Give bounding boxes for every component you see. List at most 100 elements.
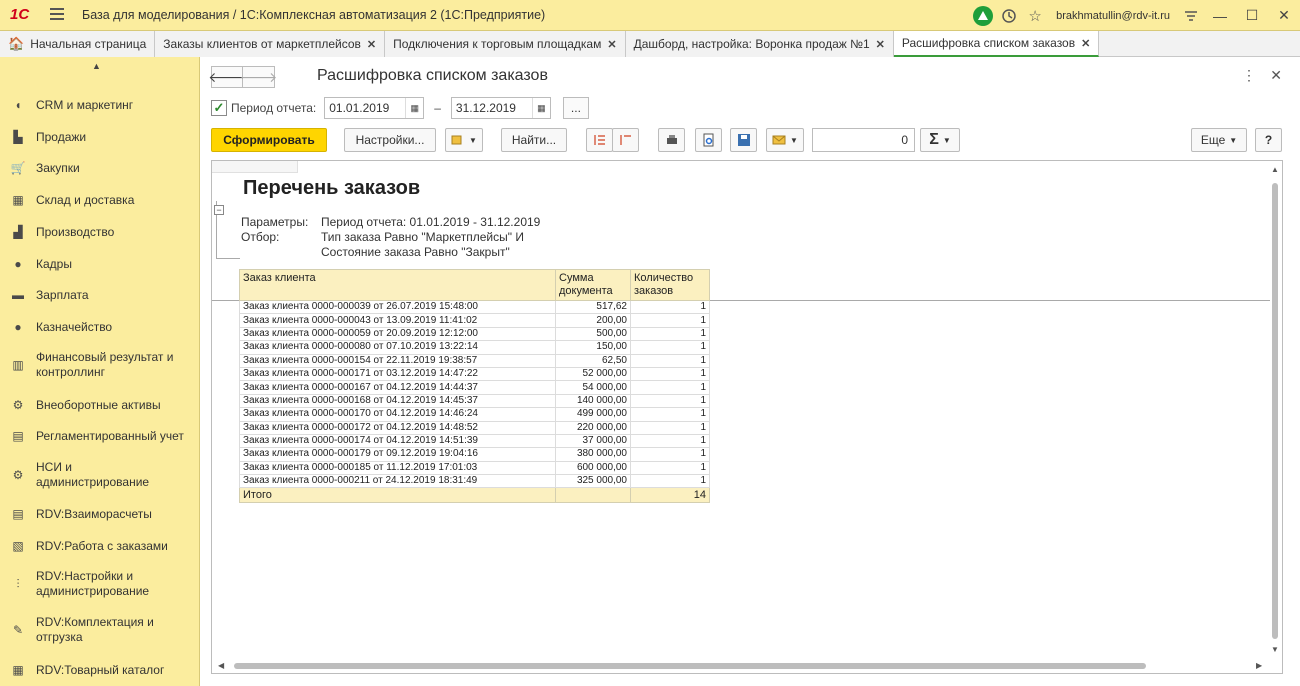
back-button[interactable]: 🡐 — [208, 66, 246, 88]
close-tab-icon[interactable]: ✕ — [367, 38, 376, 51]
current-user[interactable]: brakhmatullin@rdv-it.ru — [1056, 10, 1170, 22]
table-row[interactable]: Заказ клиента 0000-000174 от 04.12.2019 … — [239, 433, 710, 449]
sidebar-item-production[interactable]: ▟ Производство — [0, 224, 200, 240]
date-from-field[interactable]: 01.01.2019 ▦ — [324, 97, 425, 119]
chevron-down-icon: ▼ — [469, 135, 477, 145]
orders-table: Заказ клиента Сумма документа Количество… — [239, 269, 710, 504]
calendar-icon[interactable]: ▦ — [405, 98, 423, 118]
send-email-dropdown[interactable]: ▼ — [766, 128, 804, 152]
table-row[interactable]: Заказ клиента 0000-000171 от 03.12.2019 … — [239, 366, 710, 382]
table-row[interactable]: Заказ клиента 0000-000154 от 22.11.2019 … — [239, 353, 710, 368]
period-checkbox[interactable]: ✓ — [211, 100, 227, 116]
preview-icon[interactable] — [695, 128, 722, 152]
notifications-icon[interactable] — [970, 0, 996, 31]
close-form-icon[interactable]: ✕ — [1270, 67, 1282, 84]
date-to-field[interactable]: 31.12.2019 ▦ — [450, 97, 551, 119]
table-row[interactable]: Заказ клиента 0000-000185 от 11.12.2019 … — [239, 460, 710, 476]
bar-chart-icon: ▥ — [12, 358, 24, 372]
coin-icon: ● — [14, 320, 22, 334]
sidebar-item-warehouse[interactable]: ▦ Склад и доставка — [0, 192, 200, 208]
crm-icon: ◖ — [14, 98, 22, 112]
selected-sum-field[interactable]: 0 — [812, 128, 915, 152]
close-window-button[interactable]: ✕ — [1268, 0, 1300, 31]
sidebar-item-purchases[interactable]: 🛒 Закупки — [0, 160, 200, 176]
table-row[interactable]: Заказ клиента 0000-000059 от 20.09.2019 … — [239, 326, 710, 342]
sidebar-item-rdv-settlements[interactable]: ▤ RDV:Взаиморасчеты — [0, 506, 200, 522]
tools-icon: ✎ — [12, 623, 24, 637]
scroll-right-arrow-icon[interactable]: ▶ — [1256, 661, 1262, 670]
tab-orders-breakdown[interactable]: Расшифровка списком заказов ✕ — [893, 31, 1100, 57]
minimize-button[interactable]: — — [1204, 0, 1236, 31]
tab-marketplace-connections[interactable]: Подключения к торговым площадкам ✕ — [385, 31, 626, 57]
print-icon[interactable] — [658, 128, 685, 152]
column-header-order[interactable]: Заказ клиента — [239, 269, 556, 301]
close-tab-icon[interactable]: ✕ — [876, 38, 885, 51]
save-icon[interactable] — [730, 128, 757, 152]
column-header-count[interactable]: Количество заказов — [630, 269, 710, 301]
generate-button[interactable]: Сформировать — [211, 128, 327, 152]
select-period-button[interactable]: ... — [562, 97, 589, 119]
table-row[interactable]: Заказ клиента 0000-000170 от 04.12.2019 … — [239, 407, 710, 422]
table-row[interactable]: Заказ клиента 0000-000043 от 13.09.2019 … — [239, 313, 710, 328]
table-row[interactable]: Заказ клиента 0000-000167 от 04.12.2019 … — [239, 380, 710, 395]
sidebar-item-financial-result[interactable]: ▥ Финансовый результат и контроллинг — [0, 350, 200, 380]
building-icon: ▤ — [12, 429, 24, 443]
favorites-star-icon[interactable]: ☆ — [1022, 0, 1048, 31]
sidebar-item-regulated-accounting[interactable]: ▤ Регламентированный учет — [0, 428, 200, 444]
vertical-scrollbar[interactable]: ▲ ▼ — [1268, 161, 1282, 661]
horizontal-scrollbar[interactable]: ◀ ▶ — [212, 659, 1270, 673]
tab-marketplace-orders[interactable]: Заказы клиентов от маркетплейсов ✕ — [155, 31, 386, 57]
scroll-up-arrow-icon[interactable]: ▲ — [1271, 165, 1279, 174]
collapse-groups-icon[interactable] — [612, 128, 639, 152]
collapse-group-icon[interactable]: − — [214, 205, 224, 215]
table-row[interactable]: Заказ клиента 0000-000172 от 04.12.2019 … — [239, 420, 710, 435]
sidebar-item-nsi-admin[interactable]: ⚙ НСИ и администрирование — [0, 460, 200, 490]
calendar-icon[interactable]: ▦ — [531, 98, 550, 118]
sidebar-item-hr[interactable]: ● Кадры — [0, 256, 200, 272]
variants-dropdown[interactable]: ▼ — [445, 128, 483, 152]
table-row[interactable]: Заказ клиента 0000-000080 от 07.10.2019 … — [239, 340, 710, 355]
tab-dashboard-settings[interactable]: Дашборд, настройка: Воронка продаж №1 ✕ — [625, 31, 894, 57]
horizontal-scroll-thumb[interactable] — [234, 663, 1146, 669]
table-row[interactable]: Заказ клиента 0000-000168 от 04.12.2019 … — [239, 393, 710, 409]
home-icon: 🏠 — [8, 36, 25, 51]
tab-label: Заказы клиентов от маркетплейсов — [163, 37, 361, 51]
find-button[interactable]: Найти... — [501, 128, 567, 152]
sidebar-item-rdv-catalog[interactable]: ▦ RDV:Товарный каталог — [0, 662, 200, 678]
report-spreadsheet[interactable]: − Перечень заказов Параметры: Период отче… — [211, 160, 1283, 674]
vertical-scroll-thumb[interactable] — [1272, 183, 1278, 639]
settings-menu-icon[interactable] — [1178, 0, 1204, 31]
table-row[interactable]: Заказ клиента 0000-000211 от 24.12.2019 … — [239, 474, 710, 489]
close-tab-icon[interactable]: ✕ — [607, 38, 616, 51]
expand-groups-icon[interactable] — [586, 128, 613, 152]
maximize-button[interactable]: ☐ — [1236, 0, 1268, 31]
sigma-icon: Σ — [929, 131, 939, 148]
help-button[interactable]: ? — [1255, 128, 1282, 152]
table-row[interactable]: Заказ клиента 0000-000179 от 09.12.2019 … — [239, 447, 710, 462]
table-row[interactable]: Заказ клиента 0000-000039 от 26.07.2019 … — [239, 299, 710, 315]
scroll-up-icon[interactable]: ▲ — [92, 61, 101, 71]
tab-home[interactable]: 🏠 Начальная страница — [0, 31, 156, 57]
sidebar-item-sales[interactable]: ▙ Продажи — [0, 129, 200, 145]
more-actions-icon[interactable]: ⋮ — [1242, 67, 1256, 84]
close-tab-icon[interactable]: ✕ — [1081, 37, 1090, 50]
main-menu-icon[interactable] — [50, 8, 64, 20]
sidebar-item-treasury[interactable]: ● Казначейство — [0, 319, 200, 335]
column-header-sum[interactable]: Сумма документа — [555, 269, 631, 301]
sidebar-item-fixed-assets[interactable]: ⚙ Внеоборотные активы — [0, 397, 200, 413]
history-icon[interactable] — [996, 0, 1022, 31]
settings-button[interactable]: Настройки... — [344, 128, 436, 152]
sidebar-item-rdv-picking[interactable]: ✎ RDV:Комплектация и отгрузка — [0, 615, 200, 645]
forward-button[interactable]: 🡒 — [240, 66, 277, 88]
scroll-left-arrow-icon[interactable]: ◀ — [218, 661, 224, 670]
total-row[interactable]: Итого 14 — [239, 487, 710, 504]
chevron-down-icon: ▼ — [942, 135, 951, 145]
sidebar-item-rdv-orders[interactable]: ▧ RDV:Работа с заказами — [0, 538, 200, 554]
scroll-down-arrow-icon[interactable]: ▼ — [1271, 645, 1279, 654]
sidebar-item-crm[interactable]: ◖ CRM и маркетинг — [0, 97, 200, 113]
sidebar-item-rdv-settings[interactable]: ⫶ RDV:Настройки и администрирование — [0, 569, 200, 599]
title-bar: 1С База для моделирования / 1С:Комплексн… — [0, 0, 1300, 31]
more-button[interactable]: Еще ▼ — [1191, 128, 1247, 152]
sidebar-item-salary[interactable]: ▬ Зарплата — [0, 287, 200, 303]
sum-function-dropdown[interactable]: Σ ▼ — [920, 128, 960, 152]
